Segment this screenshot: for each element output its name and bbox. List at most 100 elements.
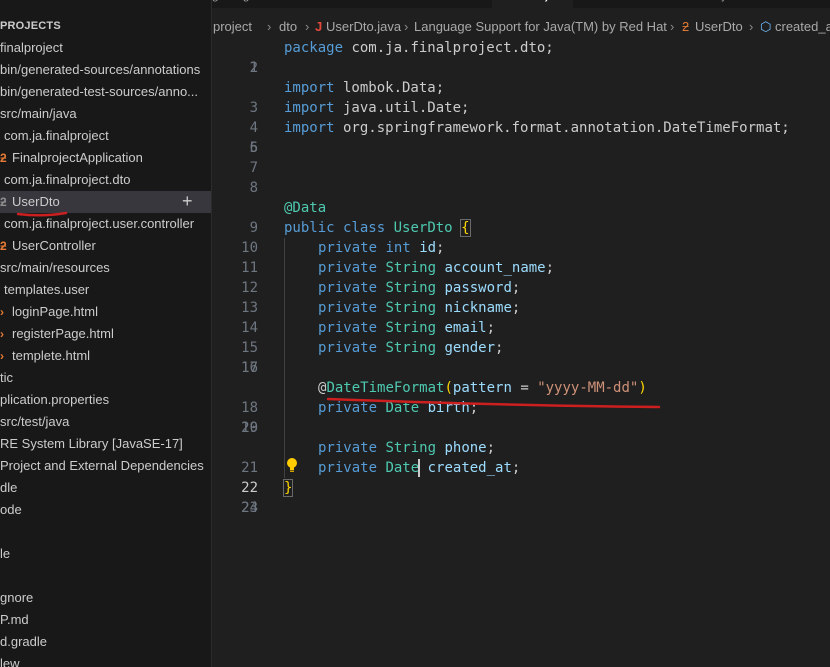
breadcrumb-class[interactable]: UserDto (695, 16, 743, 38)
tab-loginpage[interactable]: ginPage.h (212, 0, 266, 8)
token-text: ; (545, 260, 555, 276)
tree-item-gradlew[interactable]: lew (0, 653, 211, 667)
add-icon[interactable]: + (182, 191, 193, 211)
tree-item-templete[interactable]: › templete.html (0, 345, 211, 367)
code-text: import org.springframework.format.annota… (284, 118, 790, 138)
breadcrumb-dto[interactable]: dto (279, 16, 297, 38)
tree-item-label: d.gradle (0, 634, 47, 649)
tree-item-label: bin/generated-sources/annotations (0, 62, 201, 77)
tree-item-usercontroller[interactable]: ƻ UserController (0, 235, 211, 257)
tree-item-application-properties[interactable]: plication.properties (0, 389, 211, 411)
java-class-icon: ƻ (0, 195, 7, 209)
token-keyword: package (284, 40, 344, 56)
lightbulb-icon[interactable] (285, 457, 299, 473)
token-text: java.util.Date; (334, 100, 470, 116)
line-number: 20 (241, 420, 258, 436)
code-line: 4 import java.util.Date; (212, 98, 830, 136)
code-line: 10 public class UserDto { (212, 218, 830, 256)
close-icon[interactable]: × (594, 0, 601, 2)
token-type: UserDto (393, 220, 453, 236)
tree-item-package-dto[interactable]: com.ja.finalproject.dto (0, 169, 211, 191)
token-type: int (385, 240, 411, 256)
tree-item-label: P.md (0, 612, 29, 627)
code-line: 16 private String gender; (212, 338, 830, 376)
tree-item-label: le (0, 546, 11, 561)
token-paren: ( (444, 380, 453, 396)
tree-item-static[interactable]: tic (0, 367, 211, 389)
code-text: @Data (284, 198, 326, 218)
breadcrumb-field[interactable]: created_at (775, 16, 830, 38)
java-class-icon: ƻ (0, 239, 7, 253)
token-operator: = (511, 380, 538, 396)
token-text: ; (511, 280, 521, 296)
line-number: 2 (249, 60, 258, 76)
code-line: 9 @Data (212, 198, 830, 236)
code-editor[interactable]: 1 package com.ja.finalproject.dto; 2 3 i… (212, 38, 830, 667)
explorer-header[interactable]: PROJECTS (0, 15, 211, 37)
tree-item-gradle[interactable]: dle (0, 477, 211, 499)
code-line: 14 private String nickname; (212, 298, 830, 336)
tree-item-label: src/main/java (0, 106, 77, 121)
tree-item-dependencies[interactable]: Project and External Dependencies (0, 455, 211, 477)
tree-item-build-gradle[interactable]: d.gradle (0, 631, 211, 653)
tree-item-label: templete.html (12, 348, 91, 363)
code-line: 18 @DateTimeFormat(pattern = "yyyy-MM-dd… (212, 378, 830, 416)
breadcrumb-file[interactable]: UserDto.java (326, 16, 401, 38)
tree-item-label: src/main/resources (0, 260, 110, 275)
tree-item-label: bin/generated-test-sources/anno... (0, 84, 199, 99)
tree-item-finalproject[interactable]: finalproject (0, 37, 211, 59)
token-brace: } (282, 479, 294, 497)
token-annotation: DateTimeFormat (326, 380, 445, 396)
tree-item-src-main-java[interactable]: src/main/java (0, 103, 211, 125)
tree-item-loginpage[interactable]: › loginPage.html (0, 301, 211, 323)
line-number: 7 (249, 160, 258, 176)
tree-item-src-test-java[interactable]: src/test/java (0, 411, 211, 433)
tree-item-node[interactable]: ode (0, 499, 211, 521)
tab-usercontroller[interactable]: UserController.ja (642, 0, 731, 8)
token-keyword: private (318, 320, 378, 336)
tree-item-le[interactable]: le (0, 543, 211, 565)
breadcrumb-language-support[interactable]: Language Support for Java(TM) by Red Hat (414, 16, 667, 38)
token-keyword: import (284, 100, 335, 116)
token-text: ; (486, 320, 496, 336)
red-underline-markup (16, 211, 68, 217)
tab-userdto[interactable]: UserDto.java (492, 0, 574, 8)
tree-item-generated-sources[interactable]: bin/generated-sources/annotations (0, 59, 211, 81)
token-brace: { (460, 219, 471, 237)
tree-item-jre-library[interactable]: RE System Library [JavaSE-17] (0, 433, 211, 455)
token-text: com.ja.finalproject.dto; (343, 40, 554, 56)
line-number: 17 (241, 360, 258, 376)
field-icon: ⬡ (760, 19, 772, 34)
chevron-right-icon: › (404, 19, 409, 34)
html-file-icon: › (0, 349, 4, 363)
token-variable: gender (444, 340, 496, 356)
token-text: ; (469, 400, 479, 416)
token-string: "yyyy-MM-dd" (537, 380, 639, 396)
chevron-right-icon: › (670, 19, 675, 34)
tree-item-package-finalproject[interactable]: com.ja.finalproject (0, 125, 211, 147)
tree-item-label: UserController (12, 238, 96, 253)
tree-item-registerpage[interactable]: › registerPage.html (0, 323, 211, 345)
code-line: 21 private String phone; (212, 438, 830, 476)
token-type: Date (385, 460, 420, 476)
breadcrumb-project[interactable]: project (213, 16, 252, 38)
tree-item-generated-test-sources[interactable]: bin/generated-test-sources/anno... (0, 81, 211, 103)
tree-item-label: plication.properties (0, 392, 110, 407)
tree-item-userdto[interactable]: ƻ UserDto + (0, 191, 211, 213)
token-text: ; (511, 300, 521, 316)
token-keyword: private (318, 300, 378, 316)
code-text: private String account_name; (318, 258, 554, 278)
tree-item-gitignore[interactable]: gnore (0, 587, 211, 609)
code-text: private String password; (318, 278, 520, 298)
tree-item-label: gnore (0, 590, 34, 605)
java-class-icon: ƻ (0, 151, 7, 165)
code-line: 20 (212, 418, 830, 438)
tree-item-templates-user[interactable]: templates.user (0, 279, 211, 301)
code-text: private Date birth; (318, 398, 478, 418)
token-keyword: public (284, 220, 335, 236)
tree-item-label: FinalprojectApplication (12, 150, 143, 165)
tree-item-readme[interactable]: P.md (0, 609, 211, 631)
tree-item-src-main-resources[interactable]: src/main/resources (0, 257, 211, 279)
tree-item-finalproject-application[interactable]: ƻ FinalprojectApplication (0, 147, 211, 169)
token-type: String (385, 260, 437, 276)
